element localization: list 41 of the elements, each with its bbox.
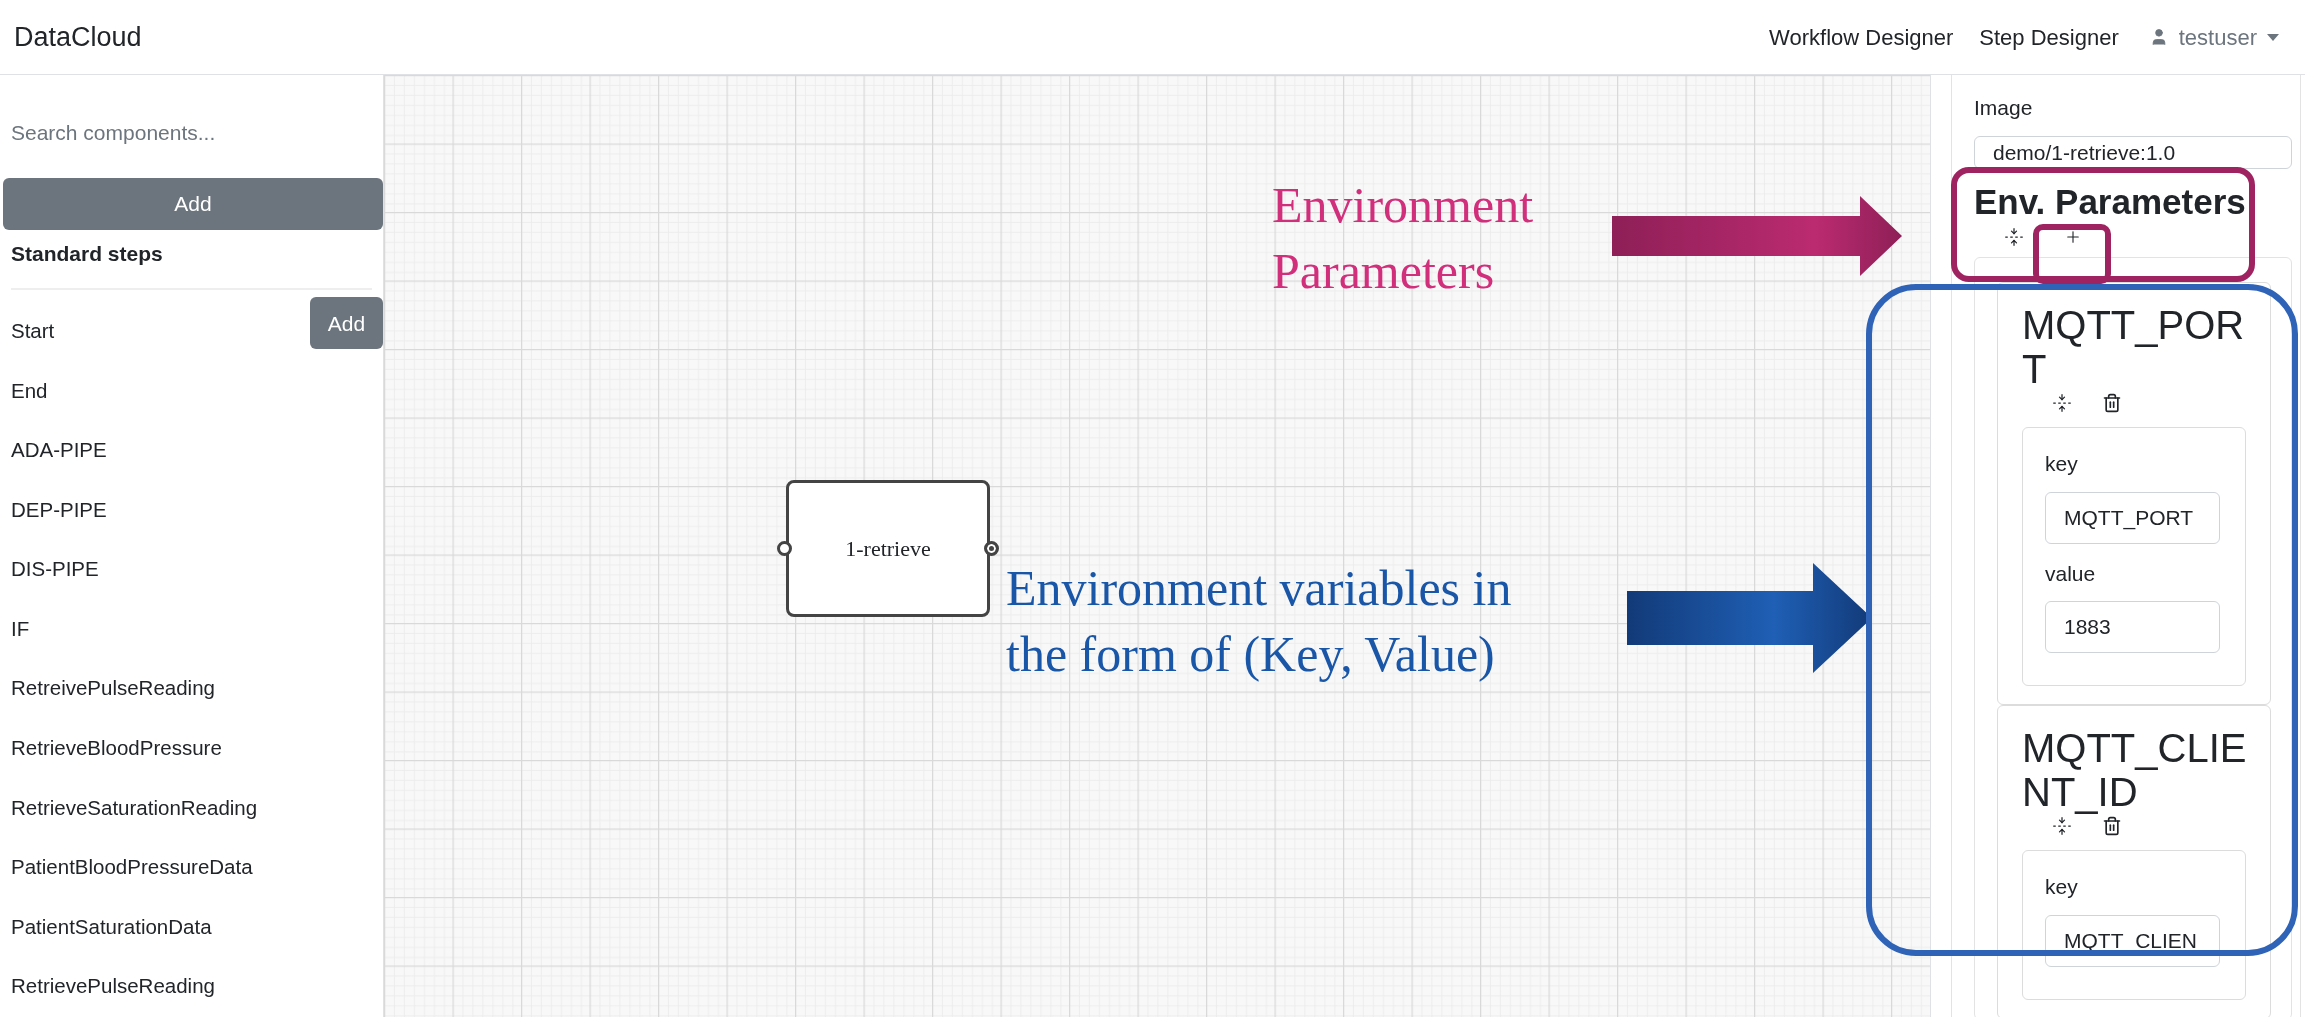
add-icon[interactable]	[2064, 228, 2082, 246]
env-variable-name: MQTT_PORT	[2022, 303, 2246, 391]
env-variable-name: MQTT_CLIENT_ID	[2022, 726, 2247, 814]
section-heading: Env. Parameters	[1974, 181, 2247, 223]
text-field[interactable]: MQTT_PORT	[2045, 491, 2220, 544]
step-item[interactable]: RetrieveSaturationReading	[11, 792, 258, 824]
add-button[interactable]: Add	[310, 297, 383, 350]
user-menu[interactable]: testuser	[2148, 20, 2279, 54]
nav-link[interactable]: Step Designer	[1979, 20, 2119, 54]
brand-title[interactable]: DataCloud	[14, 16, 142, 58]
step-item[interactable]: RetrievePulseReading	[11, 971, 215, 1003]
text-field[interactable]: demo/1-retrieve:1.0	[1974, 135, 2292, 169]
step-item[interactable]: PatientSaturationData	[11, 911, 212, 943]
delete-icon[interactable]	[2102, 816, 2122, 836]
delete-icon[interactable]	[2102, 393, 2122, 413]
step-item[interactable]: DEP-PIPE	[11, 494, 107, 526]
collapse-icon[interactable]	[2052, 816, 2072, 836]
field-label: key	[2045, 874, 2079, 900]
collapse-icon[interactable]	[2004, 227, 2024, 247]
field-label: Image	[1974, 95, 2034, 121]
annotation-text: Environment variables in the form of (Key, Value)	[1006, 559, 1513, 684]
collapse-icon[interactable]	[2052, 393, 2072, 413]
add-button[interactable]: Add	[3, 178, 383, 230]
field-label: key	[2045, 451, 2079, 477]
search-field[interactable]: Search components...	[0, 95, 383, 170]
text-field[interactable]: MQTT_CLIEN	[2045, 914, 2220, 967]
step-item[interactable]: RetrieveBloodPressure	[11, 733, 222, 764]
step-item[interactable]: ADA-PIPE	[11, 435, 107, 466]
step-item[interactable]: RetreivePulseReading	[11, 673, 215, 705]
step-item[interactable]: DIS-PIPE	[11, 554, 99, 586]
step-item[interactable]: End	[11, 375, 48, 407]
caret-icon	[2267, 33, 2279, 41]
section-title: Standard steps	[10, 241, 164, 267]
field-label: value	[2045, 560, 2097, 587]
workflow-node[interactable]: 1-retrieve	[786, 480, 990, 617]
nav-link[interactable]: Workflow Designer	[1769, 20, 1954, 54]
step-item[interactable]: PatientBloodPressureData	[11, 852, 253, 883]
step-item[interactable]: IF	[11, 613, 30, 645]
step-item[interactable]: Start	[11, 315, 55, 347]
text-field[interactable]: 1883	[2045, 601, 2220, 653]
annotation-text: Environment Parameters	[1272, 176, 1535, 301]
